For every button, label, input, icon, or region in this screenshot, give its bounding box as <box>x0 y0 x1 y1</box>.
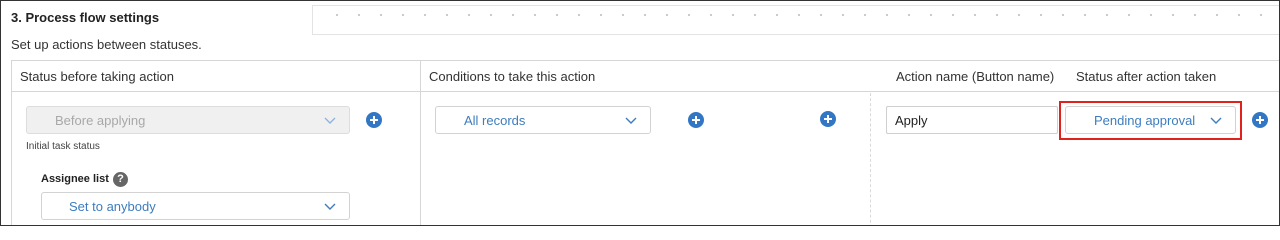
help-icon[interactable]: ? <box>113 172 128 187</box>
chevron-down-icon <box>324 117 336 124</box>
title-bar-box <box>312 5 1279 35</box>
plus-circle-icon <box>692 116 700 124</box>
add-status-after-button[interactable] <box>1252 112 1268 128</box>
section-title: 3. Process flow settings <box>11 10 160 25</box>
assignee-select[interactable]: Set to anybody <box>41 192 350 220</box>
add-action-button[interactable] <box>820 111 836 127</box>
status-before-select[interactable]: Before applying <box>26 106 350 134</box>
dotted-divider <box>326 12 1266 18</box>
plus-circle-icon <box>370 116 378 124</box>
chevron-down-icon <box>324 203 336 210</box>
process-flow-settings-panel: 3. Process flow settings Set up actions … <box>0 0 1280 226</box>
header-action-name: Action name (Button name) <box>896 69 1055 84</box>
column-divider-dashed <box>870 93 871 225</box>
highlight-box <box>1059 101 1242 140</box>
header-conditions: Conditions to take this action <box>429 69 596 84</box>
assignee-value: Set to anybody <box>69 199 156 214</box>
plus-circle-icon <box>824 115 832 123</box>
header-status-before: Status before taking action <box>20 69 174 84</box>
plus-circle-icon <box>1256 116 1264 124</box>
column-divider <box>420 61 421 225</box>
section-description: Set up actions between statuses. <box>11 37 202 52</box>
chevron-down-icon <box>625 117 637 124</box>
add-condition-button[interactable] <box>688 112 704 128</box>
table-header-row: Status before taking action Conditions t… <box>12 61 1279 92</box>
add-status-button[interactable] <box>366 112 382 128</box>
condition-select[interactable]: All records <box>435 106 651 134</box>
initial-status-note: Initial task status <box>26 141 100 152</box>
action-name-input[interactable] <box>886 106 1058 134</box>
header-status-after: Status after action taken <box>1076 69 1217 84</box>
condition-value: All records <box>464 113 526 128</box>
assignee-list-label: Assignee list <box>41 173 109 185</box>
status-before-value: Before applying <box>55 113 146 128</box>
